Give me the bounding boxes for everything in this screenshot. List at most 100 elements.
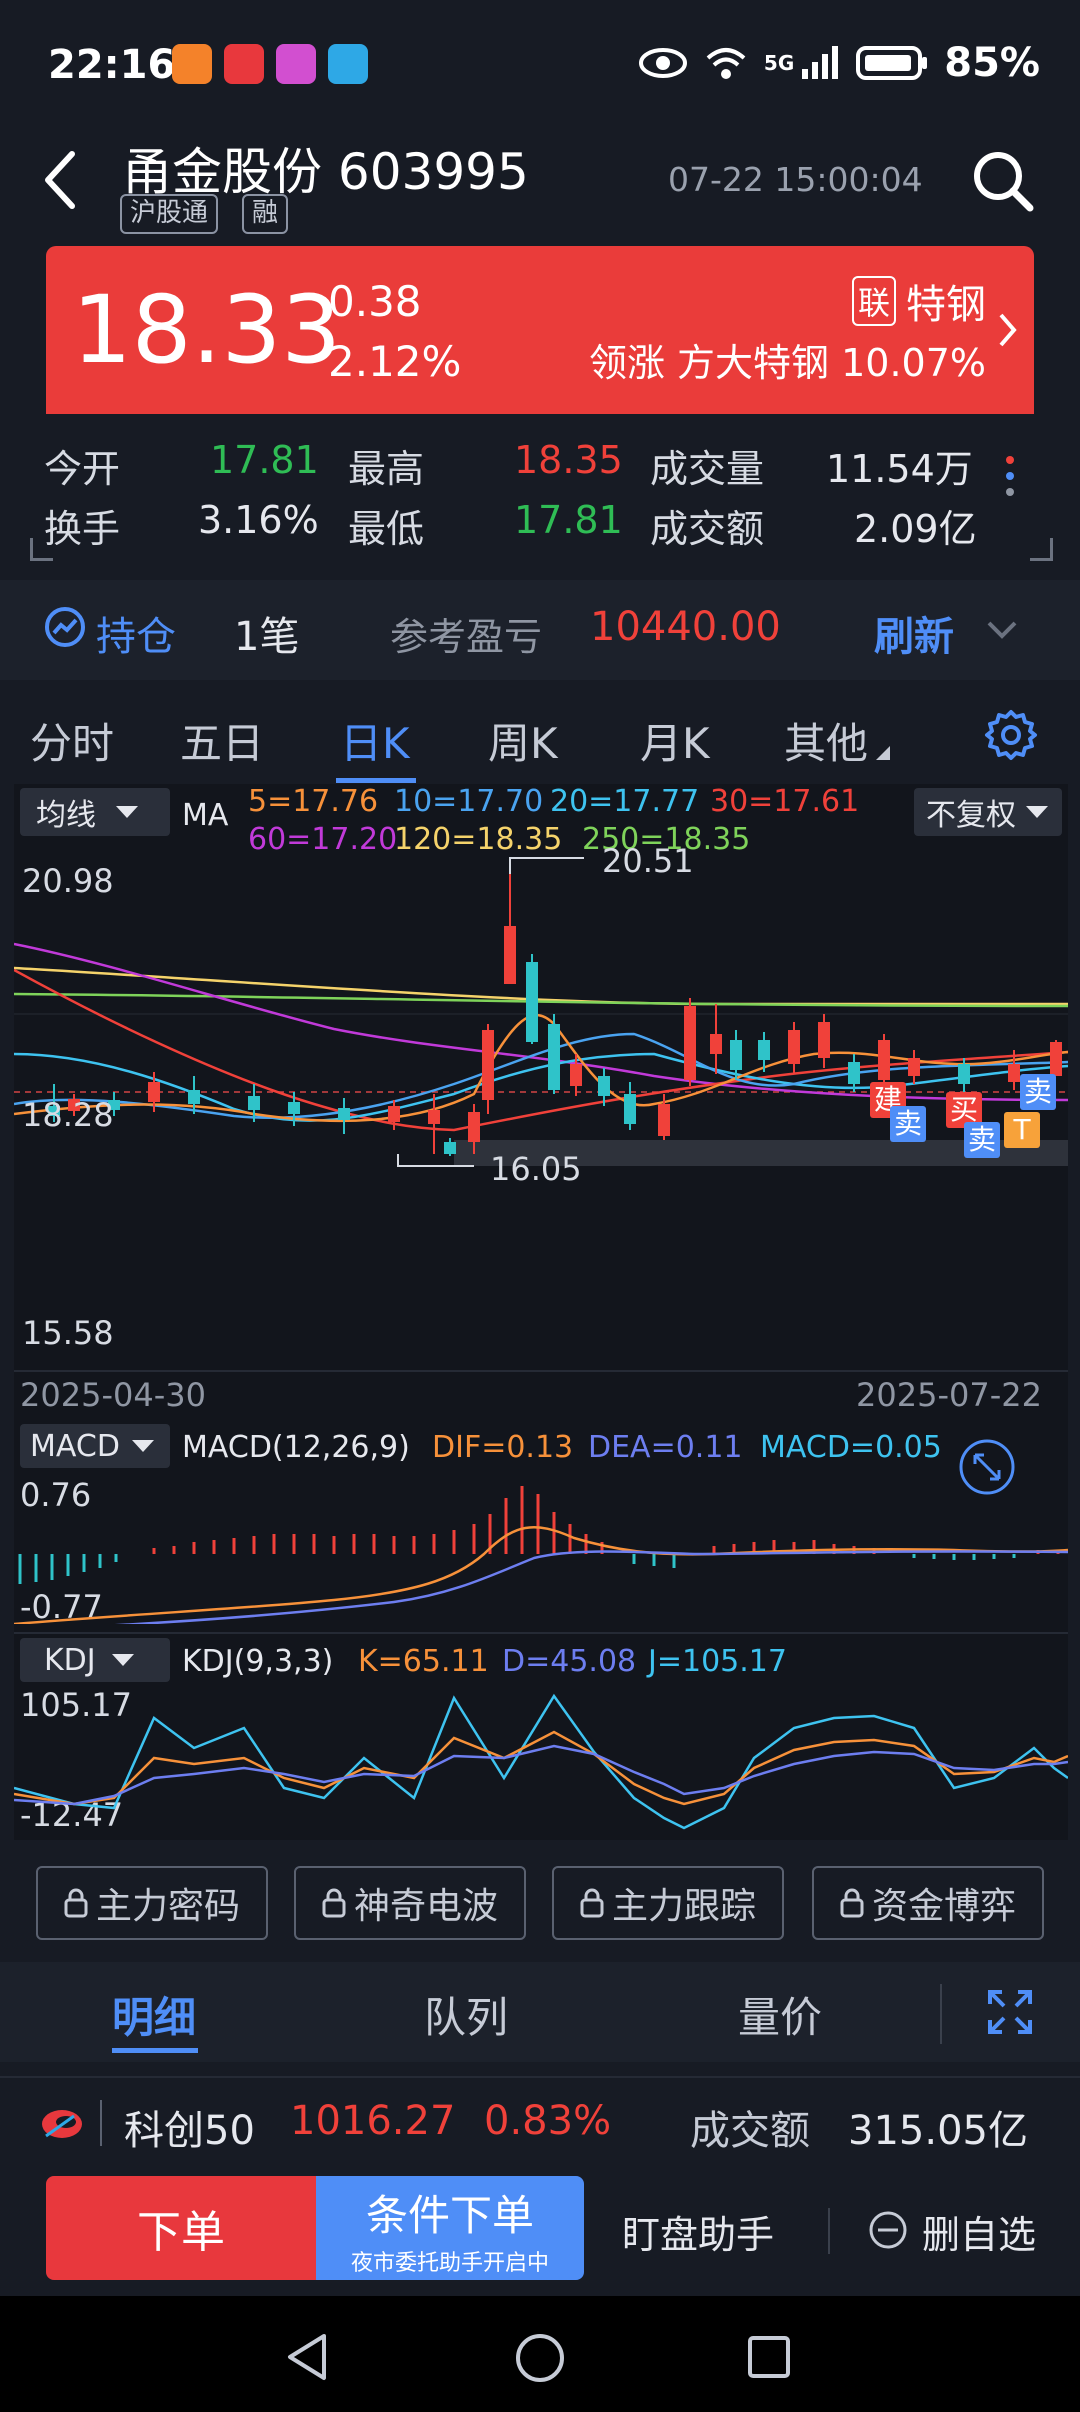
position-label: 持仓 bbox=[96, 614, 176, 660]
macd-select[interactable]: MACD bbox=[20, 1424, 170, 1468]
app-notification-icon bbox=[224, 44, 264, 84]
ma5-value: 5=17.76 bbox=[248, 784, 379, 819]
refresh-button[interactable]: 刷新 bbox=[874, 604, 954, 662]
tab-five-day[interactable]: 五日 bbox=[180, 710, 264, 771]
kdj-chart bbox=[14, 1693, 1068, 1830]
status-bar: 22:16 5G 85% bbox=[0, 0, 1080, 130]
indicator-select[interactable]: 均线 bbox=[20, 788, 170, 836]
ma30-value: 30=17.61 bbox=[710, 784, 860, 819]
sector-leader: 领涨 方大特钢 10.07% bbox=[588, 341, 986, 385]
tab-volume-price[interactable]: 量价 bbox=[738, 1984, 822, 2045]
gear-icon[interactable] bbox=[984, 708, 1038, 762]
d-line bbox=[14, 1744, 1068, 1806]
marker-t[interactable]: T bbox=[1004, 1112, 1040, 1148]
back-icon[interactable] bbox=[40, 150, 80, 210]
nav-back-icon[interactable] bbox=[284, 2332, 330, 2382]
index-bar[interactable]: 科创50 1016.27 0.83% 成交额 315.05亿 bbox=[0, 2076, 1080, 2168]
corner-bracket bbox=[1030, 538, 1053, 561]
ma120-line bbox=[14, 966, 1068, 1006]
macd-params: MACD(12,26,9) bbox=[182, 1430, 410, 1465]
pnl-value: 10440.00 bbox=[590, 604, 781, 650]
watch-assistant-button[interactable]: 盯盘助手 bbox=[622, 2204, 774, 2259]
feature-wave[interactable]: 神奇电波 bbox=[294, 1866, 526, 1940]
high-label: 最高 bbox=[348, 447, 425, 491]
amount-value: 2.09亿 bbox=[854, 507, 977, 551]
kdj-select[interactable]: KDJ bbox=[20, 1638, 170, 1682]
more-dots-icon[interactable] bbox=[1006, 456, 1016, 496]
macd-dea: DEA=0.11 bbox=[588, 1430, 743, 1465]
detail-tabs: 明细 队列 量价 bbox=[0, 1962, 1080, 2062]
dif-line bbox=[14, 1526, 1068, 1624]
network-type: 5G bbox=[763, 51, 795, 75]
feature-main-tracking[interactable]: 主力跟踪 bbox=[552, 1866, 784, 1940]
amount-label: 成交额 bbox=[650, 507, 765, 551]
high-value: 18.35 bbox=[514, 438, 623, 482]
linked-badge: 联 bbox=[851, 276, 896, 326]
j-line bbox=[14, 1693, 1068, 1830]
indicator-label: 均线 bbox=[36, 798, 96, 833]
tab-weekly-k[interactable]: 周K bbox=[488, 710, 558, 771]
date-start: 2025-04-30 bbox=[20, 1376, 206, 1414]
kdj-d: D=45.08 bbox=[502, 1644, 637, 1679]
y-axis-min: 15.58 bbox=[22, 1314, 114, 1352]
price-banner[interactable]: 18.33 0.38 2.12% 联 特钢 领涨 方大特钢 10.07% bbox=[46, 246, 1034, 414]
y-axis-max: 20.98 bbox=[22, 862, 114, 900]
turnover-label: 换手 bbox=[44, 507, 121, 551]
marker-sell[interactable]: 卖 bbox=[890, 1106, 926, 1142]
nav-recents-icon[interactable] bbox=[746, 2334, 792, 2380]
battery-icon bbox=[856, 46, 928, 80]
tab-monthly-k[interactable]: 月K bbox=[640, 710, 710, 771]
divider bbox=[940, 1984, 942, 2044]
cond-order-sub: 夜市委托助手开启中 bbox=[350, 2251, 549, 2276]
fullscreen-icon[interactable] bbox=[986, 1988, 1034, 2036]
tab-other[interactable]: 其他 bbox=[784, 710, 868, 771]
battery-percent: 85% bbox=[944, 40, 1040, 86]
sector-label: 特钢 bbox=[906, 282, 986, 328]
pnl-label: 参考盈亏 bbox=[390, 615, 543, 659]
tab-detail[interactable]: 明细 bbox=[112, 1984, 196, 2045]
chevron-right-icon bbox=[999, 313, 1017, 347]
index-amount-label: 成交额 bbox=[690, 2108, 810, 2154]
kdj-j: J=105.17 bbox=[648, 1644, 787, 1679]
marker-sell[interactable]: 卖 bbox=[1020, 1074, 1056, 1110]
index-amount: 315.05亿 bbox=[848, 2108, 1028, 2154]
ma10-value: 10=17.70 bbox=[394, 784, 544, 819]
trough-label: 16.05 bbox=[490, 1150, 582, 1188]
cond-order-label: 条件下单 bbox=[365, 2191, 534, 2240]
search-icon[interactable] bbox=[970, 148, 1036, 214]
chart-area[interactable]: 均线 MA 5=17.76 10=17.70 20=17.77 30=17.61… bbox=[14, 784, 1068, 1840]
quote-datetime: 07-22 15:00:04 bbox=[668, 160, 923, 199]
index-logo-icon bbox=[42, 2110, 82, 2138]
feature-main-code[interactable]: 主力密码 bbox=[36, 1866, 268, 1940]
chevron-down-icon[interactable] bbox=[986, 620, 1018, 640]
tab-intraday[interactable]: 分时 bbox=[30, 710, 114, 771]
app-notification-icon bbox=[172, 44, 212, 84]
open-value: 17.81 bbox=[210, 438, 319, 482]
conditional-order-button[interactable]: 条件下单 夜市委托助手开启中 bbox=[316, 2176, 584, 2280]
remove-icon bbox=[869, 2211, 907, 2249]
divider bbox=[828, 2208, 830, 2254]
tab-daily-k[interactable]: 日K bbox=[340, 710, 410, 771]
nav-home-icon[interactable] bbox=[514, 2332, 566, 2384]
change-percent: 2.12% bbox=[328, 337, 462, 386]
macd-dif: DIF=0.13 bbox=[432, 1430, 574, 1465]
adjust-select[interactable]: 不复权 bbox=[914, 788, 1062, 836]
chevron-down-icon bbox=[1026, 806, 1048, 818]
order-button[interactable]: 下单 bbox=[46, 2176, 316, 2280]
hk-connect-tag: 沪股通 bbox=[120, 194, 219, 234]
feature-label: 资金博弈 bbox=[871, 1886, 1016, 1927]
lock-icon bbox=[322, 1888, 346, 1918]
turnover-value: 3.16% bbox=[198, 498, 319, 542]
chevron-down-icon bbox=[116, 806, 138, 818]
position-row[interactable]: 持仓 1笔 参考盈亏 10440.00 刷新 bbox=[0, 580, 1080, 680]
tab-queue[interactable]: 队列 bbox=[424, 1984, 508, 2045]
lock-icon bbox=[64, 1888, 88, 1918]
index-value: 1016.27 bbox=[290, 2098, 456, 2144]
marker-sell[interactable]: 卖 bbox=[964, 1122, 1000, 1158]
active-tab-indicator bbox=[112, 2048, 198, 2053]
ma60-line bbox=[14, 942, 1068, 1102]
video-app-icon bbox=[276, 44, 316, 84]
remove-favorite-button[interactable]: 删自选 bbox=[922, 2204, 1036, 2259]
feature-fund-game[interactable]: 资金博弈 bbox=[812, 1866, 1044, 1940]
volume-value: 11.54万 bbox=[826, 447, 973, 491]
